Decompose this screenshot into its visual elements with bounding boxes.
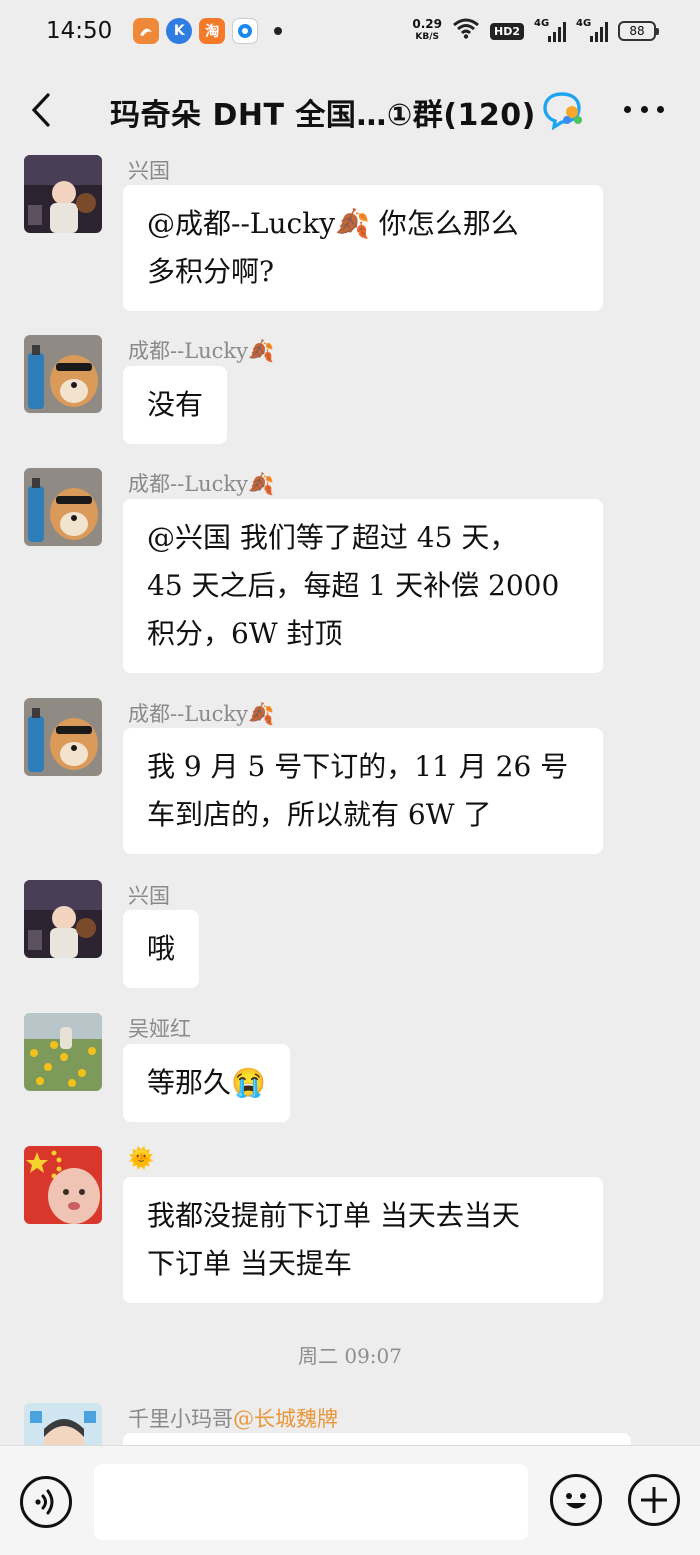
chat-title[interactable]: 玛奇朵 DHT 全国…①群(120) xyxy=(110,90,536,134)
sender-name: 成都--Lucky🍂 xyxy=(128,702,275,726)
message-line: 下订单 当天提车 xyxy=(147,1247,352,1280)
uc-browser-icon xyxy=(133,18,160,44)
message-item: 吴娅红 等那久😭 xyxy=(24,1013,684,1128)
message-bubble[interactable]: @成都--Lucky🍂 你怎么那么 多积分啊? xyxy=(123,185,603,311)
message-item: 成都--Lucky🍂 没有 xyxy=(24,335,684,450)
sender-name: 成都--Lucky🍂 xyxy=(128,472,275,496)
battery-icon: 88 xyxy=(618,21,659,41)
signal-icon: 4G xyxy=(534,18,566,42)
net-speed-unit: KB/S xyxy=(415,32,439,42)
message-line: 没有 xyxy=(147,388,204,421)
input-bar xyxy=(0,1445,700,1555)
message-item: 成都--Lucky🍂 @兴国 我们等了超过 45 天， 45 天之后，每超 1 … xyxy=(24,468,684,678)
sender-name: 兴国 xyxy=(128,884,170,908)
time-divider: 周二 09:07 xyxy=(298,1344,402,1368)
avatar-child-icon[interactable] xyxy=(24,880,102,958)
message-line: 45 天之后，每超 1 天补偿 2000 xyxy=(147,569,560,602)
status-time: 14:50 xyxy=(46,18,113,44)
message-line: 哦 xyxy=(147,932,176,965)
more-options-icon[interactable] xyxy=(624,106,664,116)
avatar-dog-icon[interactable] xyxy=(24,468,102,546)
message-input[interactable] xyxy=(94,1464,528,1540)
message-line: 车到店的，所以就有 6W 了 xyxy=(147,798,492,831)
avatar-flag-child-icon[interactable] xyxy=(24,1146,102,1224)
message-line: 我 9 月 5 号下订的，11 月 26 号 xyxy=(147,750,569,783)
sender-name: 吴娅红 xyxy=(128,1017,191,1041)
message-bubble[interactable]: 没有 xyxy=(123,366,228,444)
message-bubble[interactable]: 我 9 月 5 号下订的，11 月 26 号 车到店的，所以就有 6W 了 xyxy=(123,728,603,854)
avatar-child-icon[interactable] xyxy=(24,155,102,233)
message-line: 积分，6W 封顶 xyxy=(147,617,343,650)
hd-badge: HD2 xyxy=(490,22,524,40)
chat-header: 玛奇朵 DHT 全国…①群(120) xyxy=(0,62,700,154)
avatar-flower-icon[interactable] xyxy=(24,1013,102,1091)
message-bubble[interactable]: 我都没提前下订单 当天去当天 下订单 当天提车 xyxy=(123,1177,603,1303)
message-line: 多积分啊? xyxy=(147,255,275,288)
k-app-icon: K xyxy=(166,18,193,44)
wifi-icon xyxy=(452,17,480,45)
sender-name: 千里小玛哥@长城魏牌 xyxy=(128,1403,338,1433)
mention-text[interactable]: @长城魏牌 xyxy=(233,1407,338,1431)
status-bar: 14:50 K 淘 0.29 KB/S HD2 4G 4G 88 xyxy=(0,0,700,62)
emoji-button[interactable] xyxy=(550,1474,602,1526)
group-chat-icon[interactable] xyxy=(542,90,586,131)
net-speed-value: 0.29 xyxy=(412,17,442,31)
message-item: 🌞 我都没提前下订单 当天去当天 下订单 当天提车 xyxy=(24,1146,684,1311)
sender-name: 成都--Lucky🍂 xyxy=(128,339,275,363)
message-list[interactable]: 兴国 @成都--Lucky🍂 你怎么那么 多积分啊? 成都--Lucky🍂 没有 xyxy=(0,150,700,1445)
message-item: 兴国 @成都--Lucky🍂 你怎么那么 多积分啊? xyxy=(24,155,684,315)
more-functions-button[interactable] xyxy=(628,1474,680,1526)
message-line: 等那久😭 xyxy=(147,1066,266,1099)
signal-label-2: 4G xyxy=(576,18,592,29)
voice-input-button[interactable] xyxy=(20,1476,72,1528)
message-bubble[interactable]: 等那久😭 xyxy=(123,1044,290,1122)
avatar-dog-icon[interactable] xyxy=(24,335,102,413)
message-bubble[interactable]: @兴国 我们等了超过 45 天， 45 天之后，每超 1 天补偿 2000 积分… xyxy=(123,499,603,673)
circle-app-icon xyxy=(232,18,259,44)
battery-level: 88 xyxy=(629,24,645,38)
sender-name-text: 千里小玛哥 xyxy=(128,1407,233,1431)
back-arrow-icon[interactable] xyxy=(28,92,58,128)
net-speed: 0.29 KB/S xyxy=(412,17,442,43)
taobao-icon: 淘 xyxy=(199,18,226,44)
message-line: @成都--Lucky🍂 你怎么那么 xyxy=(147,207,519,240)
message-item: 千里小玛哥@长城魏牌 xyxy=(24,1403,684,1445)
notification-dot-icon xyxy=(274,27,283,35)
message-item: 成都--Lucky🍂 我 9 月 5 号下订的，11 月 26 号 车到店的，所… xyxy=(24,698,684,863)
message-line: 我都没提前下订单 当天去当天 xyxy=(147,1199,520,1232)
avatar-dog-icon[interactable] xyxy=(24,698,102,776)
sender-name: 🌞 xyxy=(128,1146,155,1170)
signal-icon-2: 4G xyxy=(576,18,608,42)
message-line: @兴国 我们等了超过 45 天， xyxy=(147,521,518,554)
sender-name: 兴国 xyxy=(128,159,170,183)
message-bubble[interactable] xyxy=(123,1433,631,1445)
message-bubble[interactable]: 哦 xyxy=(123,910,200,988)
signal-label: 4G xyxy=(534,18,550,29)
message-item: 兴国 哦 xyxy=(24,880,684,995)
avatar-cartoon-icon[interactable] xyxy=(24,1403,102,1445)
